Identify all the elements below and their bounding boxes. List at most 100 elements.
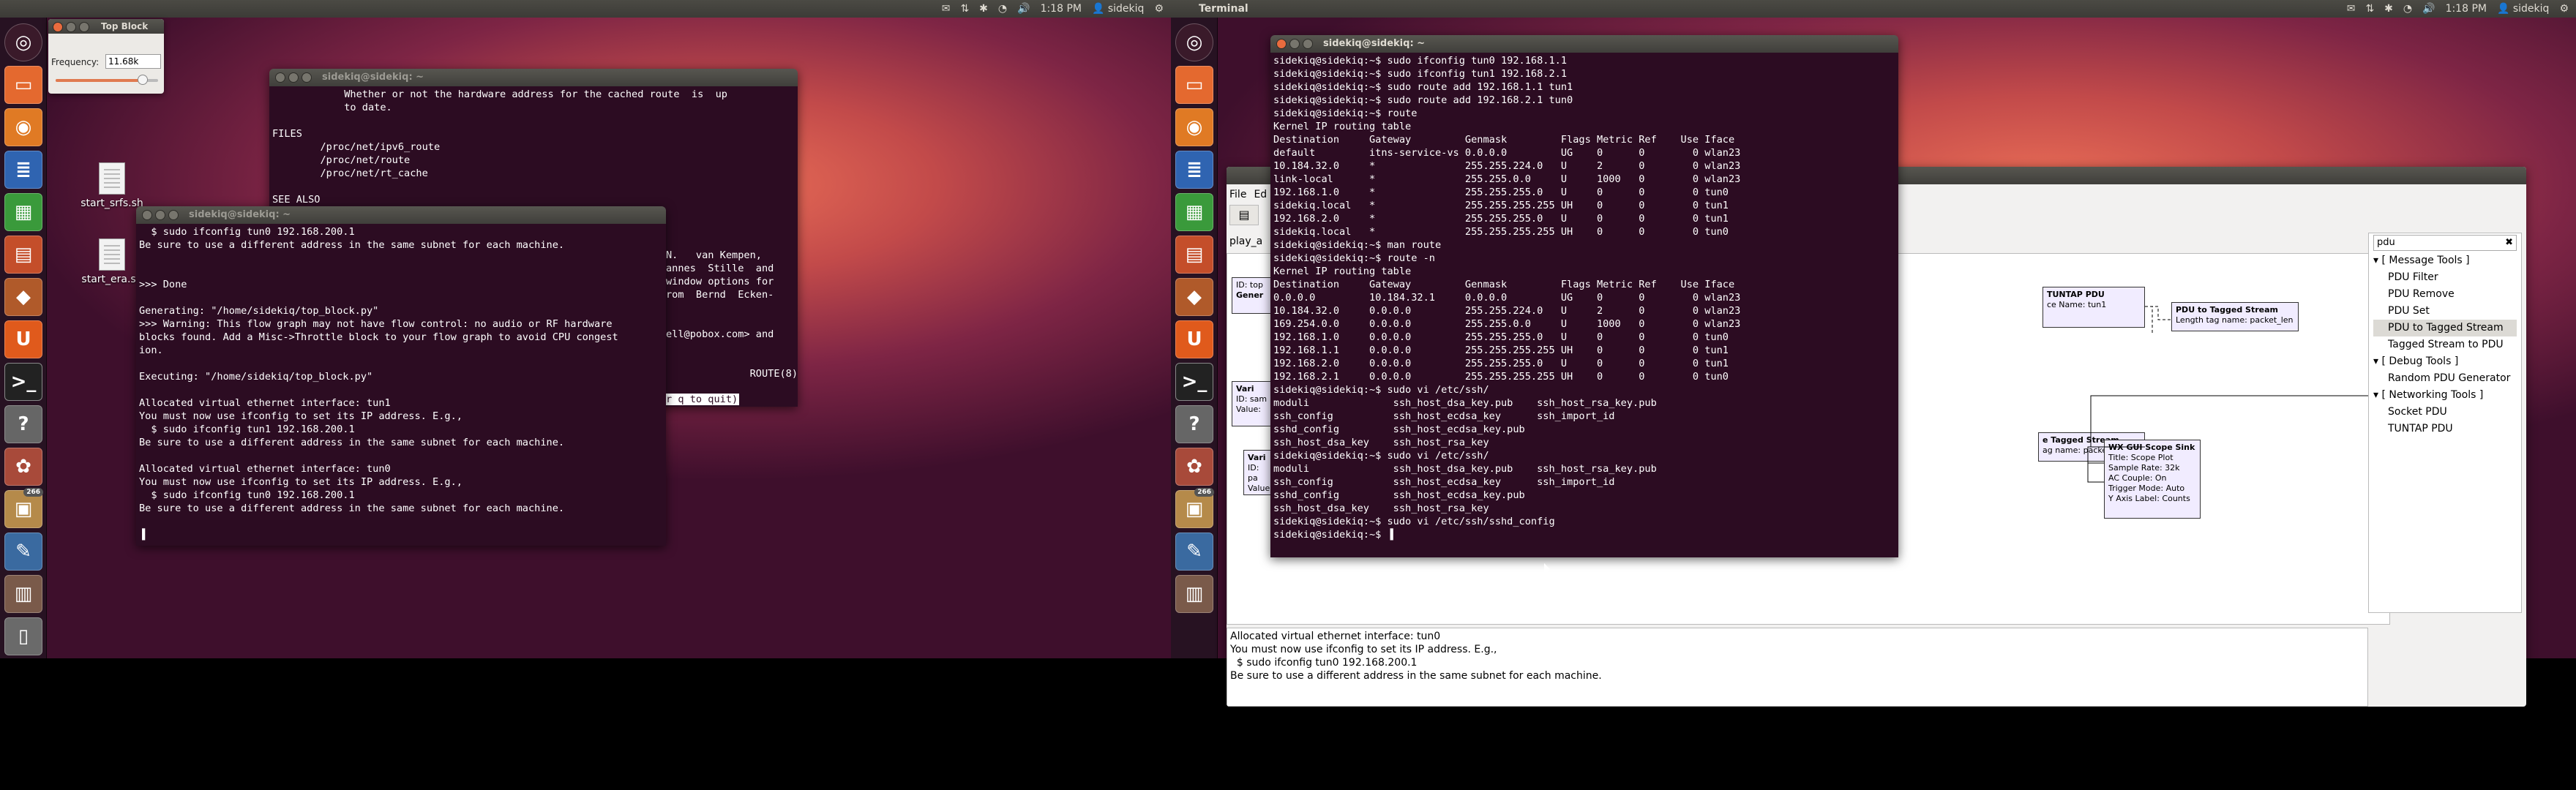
writer-icon[interactable]: ≣ bbox=[4, 151, 42, 189]
shell-script-icon bbox=[99, 162, 125, 195]
close-button[interactable] bbox=[142, 210, 152, 220]
tree-item[interactable]: TUNTAP PDU bbox=[2373, 421, 2517, 437]
gear-icon[interactable]: ⚙ bbox=[2559, 0, 2569, 18]
maximize-button[interactable] bbox=[79, 22, 89, 32]
calc-icon[interactable]: ▦ bbox=[4, 193, 42, 231]
clock[interactable]: 1:18 PM bbox=[1041, 0, 1082, 18]
flowgraph-tab[interactable]: play_a bbox=[1229, 236, 1262, 247]
frequency-slider[interactable] bbox=[56, 75, 158, 85]
frequency-label: Frequency: bbox=[51, 57, 100, 67]
dash-home-icon[interactable]: ◎ bbox=[1175, 23, 1213, 61]
workspace-switcher-icon[interactable]: ▥ bbox=[1175, 575, 1213, 613]
user-menu[interactable]: 👤 sidekiq bbox=[1092, 0, 1144, 18]
menu-edit[interactable]: Ed bbox=[1254, 189, 1267, 200]
bluetooth-icon[interactable]: ✱ bbox=[979, 0, 988, 18]
minimize-button[interactable] bbox=[288, 72, 299, 83]
maximize-button[interactable] bbox=[302, 72, 312, 83]
help-icon[interactable]: ? bbox=[4, 405, 42, 443]
tree-category[interactable]: ▾ [ Networking Tools ] bbox=[2373, 387, 2517, 404]
tree-category[interactable]: ▾ [ Message Tools ] bbox=[2373, 252, 2517, 269]
man-window-title: sidekiq@sidekiq: ~ bbox=[269, 69, 798, 86]
software-center-icon[interactable]: ◆ bbox=[1175, 278, 1213, 316]
pager-status: r q to quit) bbox=[664, 394, 740, 405]
desktop-file-label: start_srfs.sh bbox=[80, 198, 143, 209]
bluetooth-icon[interactable]: ✱ bbox=[2384, 0, 2393, 18]
help-icon[interactable]: ? bbox=[1175, 405, 1213, 443]
terminal-icon[interactable]: >_ bbox=[4, 363, 42, 401]
menu-file[interactable]: File bbox=[1229, 189, 1246, 200]
left-launcher: ◎ ▭ ◉ ≣ ▦ ▤ ◆ U >_ ? ✿ ▣ 266 ✎ ▥ ▯ bbox=[0, 18, 47, 658]
user-menu[interactable]: 👤 sidekiq bbox=[2497, 0, 2549, 18]
files-icon[interactable]: ▭ bbox=[4, 66, 42, 104]
right-tray: ✉ ⇅ ✱ ◔ 🔊 1:18 PM 👤 sidekiq ⚙ bbox=[2347, 0, 2569, 18]
terminal-icon[interactable]: >_ bbox=[1175, 363, 1213, 401]
toolbar-new-icon[interactable]: ▤ bbox=[1229, 205, 1259, 225]
ubuntu-one-icon[interactable]: U bbox=[4, 320, 42, 358]
maximize-button[interactable] bbox=[168, 210, 179, 220]
settings-icon[interactable]: ✿ bbox=[4, 448, 42, 486]
tree-item[interactable]: Socket PDU bbox=[2373, 404, 2517, 421]
slider-knob[interactable] bbox=[138, 75, 148, 85]
network-icon[interactable]: ⇅ bbox=[2365, 0, 2374, 18]
mail-icon[interactable]: ✉ bbox=[2347, 0, 2356, 18]
right-terminal-window: sidekiq@sidekiq: ~ sidekiq@sidekiq:~$ su… bbox=[1270, 35, 1898, 557]
ubuntu-one-icon[interactable]: U bbox=[1175, 320, 1213, 358]
writer-icon[interactable]: ≣ bbox=[1175, 151, 1213, 189]
minimize-button[interactable] bbox=[1289, 39, 1300, 49]
tree-item[interactable]: Tagged Stream to PDU bbox=[2373, 336, 2517, 353]
block-library-panel: pdu ✖ ▾ [ Message Tools ] PDU Filter PDU R… bbox=[2368, 233, 2522, 613]
grc-menubar: File Ed bbox=[1229, 189, 1267, 200]
right-terminal-text[interactable]: sidekiq@sidekiq:~$ sudo ifconfig tun0 19… bbox=[1270, 53, 1898, 557]
impress-icon[interactable]: ▤ bbox=[4, 236, 42, 274]
top-block-window: Top Block Frequency: 11.68k bbox=[48, 19, 164, 94]
gear-icon[interactable]: ⚙ bbox=[1154, 0, 1164, 18]
tree-item[interactable]: PDU Remove bbox=[2373, 286, 2517, 303]
dash-home-icon[interactable]: ◎ bbox=[4, 23, 42, 61]
update-manager-icon[interactable]: ▣ 266 bbox=[4, 488, 43, 528]
frequency-input[interactable]: 11.68k bbox=[105, 54, 161, 69]
maximize-button[interactable] bbox=[1303, 39, 1313, 49]
clock[interactable]: 1:18 PM bbox=[2446, 0, 2487, 18]
wifi-icon[interactable]: ◔ bbox=[998, 0, 1007, 18]
slider-fill bbox=[56, 79, 143, 82]
tree-item[interactable]: PDU Set bbox=[2373, 303, 2517, 320]
close-button[interactable] bbox=[1276, 39, 1287, 49]
wifi-icon[interactable]: ◔ bbox=[2403, 0, 2412, 18]
software-center-icon[interactable]: ◆ bbox=[4, 278, 42, 316]
block-search-input[interactable]: pdu ✖ bbox=[2373, 235, 2517, 251]
firefox-icon[interactable]: ◉ bbox=[4, 108, 42, 146]
desktop-file-start-srfs[interactable]: start_srfs.sh bbox=[72, 162, 152, 209]
python-icon[interactable]: ✎ bbox=[1175, 533, 1213, 571]
python-icon[interactable]: ✎ bbox=[4, 533, 42, 571]
calc-icon[interactable]: ▦ bbox=[1175, 193, 1213, 231]
grc-terminal-text[interactable]: $ sudo ifconfig tun0 192.168.200.1 Be su… bbox=[136, 224, 666, 546]
volume-icon[interactable]: 🔊 bbox=[2422, 0, 2435, 18]
tree-category[interactable]: ▾ [ Debug Tools ] bbox=[2373, 353, 2517, 370]
workspace-switcher-icon[interactable]: ▥ bbox=[4, 575, 42, 613]
tree-item[interactable]: Random PDU Generator bbox=[2373, 370, 2517, 387]
network-icon[interactable]: ⇅ bbox=[960, 0, 969, 18]
clear-search-icon[interactable]: ✖ bbox=[2505, 236, 2513, 250]
grc-terminal-buttons bbox=[142, 210, 179, 220]
tree-item[interactable]: PDU to Tagged Stream bbox=[2373, 320, 2517, 336]
desktop-file-label: start_era.sh bbox=[81, 274, 143, 285]
grc-console: Allocated virtual ethernet interface: tu… bbox=[1227, 628, 2368, 707]
man-page-side-text: N. van Kempen, annes Stille and window o… bbox=[666, 249, 798, 380]
right-launcher: ◎ ▭ ◉ ≣ ▦ ▤ ◆ U >_ ? ✿ ▣266 ✎ ▥ ▯ bbox=[1171, 18, 1218, 658]
impress-icon[interactable]: ▤ bbox=[1175, 236, 1213, 274]
settings-icon[interactable]: ✿ bbox=[1175, 448, 1213, 486]
mail-icon[interactable]: ✉ bbox=[942, 0, 951, 18]
firefox-icon[interactable]: ◉ bbox=[1175, 108, 1213, 146]
tree-item[interactable]: PDU Filter bbox=[2373, 269, 2517, 286]
files-icon[interactable]: ▭ bbox=[1175, 66, 1213, 104]
trash-icon[interactable]: ▯ bbox=[4, 617, 42, 655]
close-button[interactable] bbox=[53, 22, 63, 32]
left-tray: ✉ ⇅ ✱ ◔ 🔊 1:18 PM 👤 sidekiq ⚙ bbox=[942, 0, 1164, 18]
active-app-title: Terminal bbox=[1199, 3, 1248, 15]
volume-icon[interactable]: 🔊 bbox=[1017, 0, 1030, 18]
minimize-button[interactable] bbox=[155, 210, 165, 220]
close-button[interactable] bbox=[275, 72, 285, 83]
block-tree: ▾ [ Message Tools ] PDU Filter PDU Remove P… bbox=[2373, 252, 2517, 437]
update-manager-icon[interactable]: ▣ 266 bbox=[1175, 488, 1214, 528]
minimize-button[interactable] bbox=[66, 22, 76, 32]
